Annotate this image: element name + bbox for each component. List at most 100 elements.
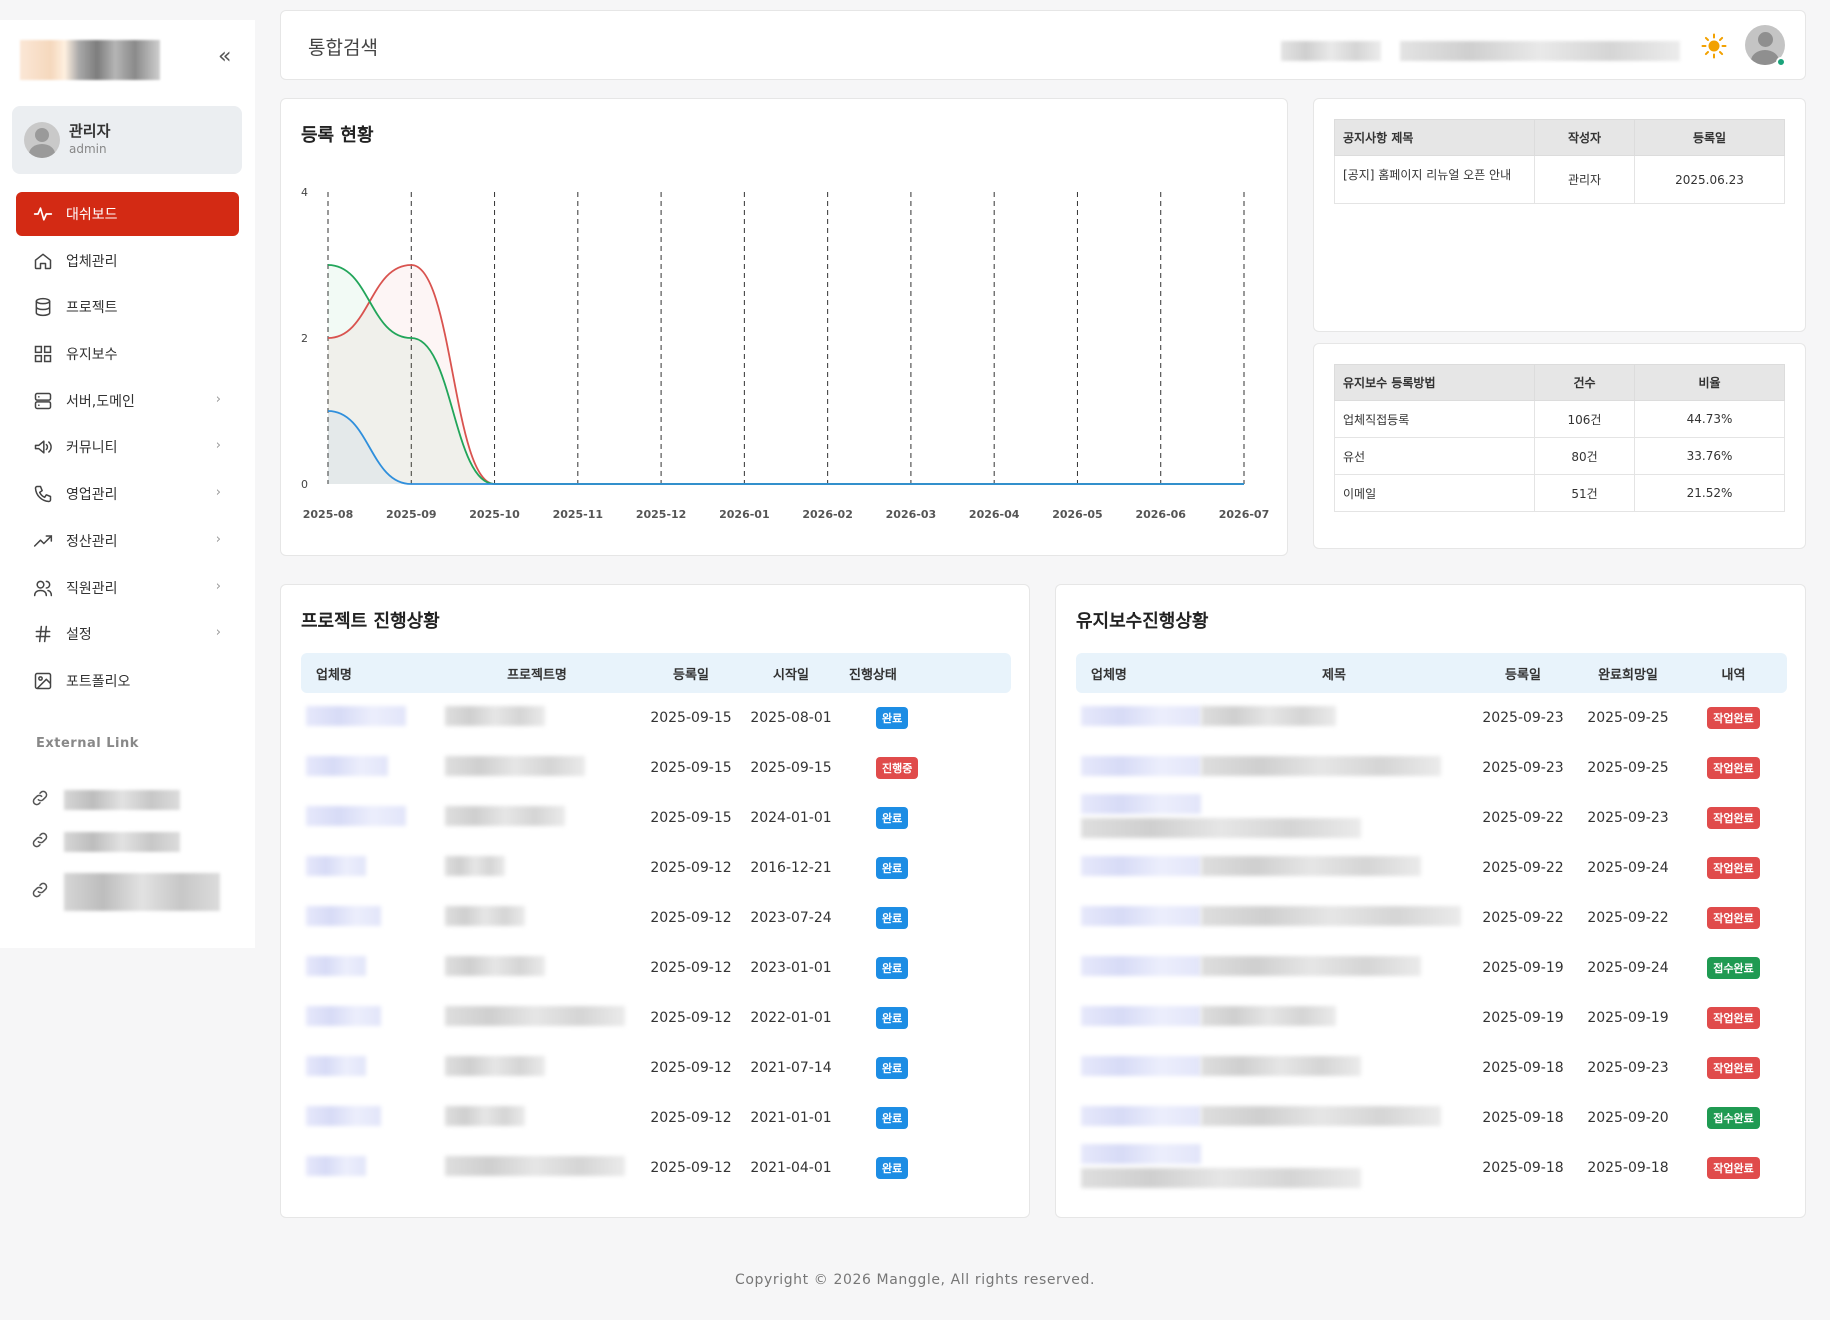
x-tick-label: 2025-09 xyxy=(386,508,437,521)
external-link-2[interactable] xyxy=(30,830,180,854)
status-cell: 완료 xyxy=(841,1093,1011,1143)
registered-date: 2025-09-18 xyxy=(1482,1160,1564,1176)
sidebar-item-3[interactable]: 유지보수 xyxy=(16,332,239,376)
table-row[interactable]: 2025-09-18 2025-09-18 작업완료 xyxy=(1076,1143,1787,1193)
external-link-1[interactable] xyxy=(30,788,180,812)
status-cell: 완료 xyxy=(841,843,1011,893)
start-date: 2021-04-01 xyxy=(750,1160,832,1176)
table-row[interactable]: 2025-09-23 2025-09-25 작업완료 xyxy=(1076,743,1787,793)
maintenance-subject-blurred[interactable] xyxy=(1076,1093,1470,1143)
sidebar-item-9[interactable]: 설정 › xyxy=(16,612,239,656)
table-row[interactable]: [공지] 홈페이지 리뉴얼 오픈 안내 관리자 2025.06.23 xyxy=(1334,155,1785,204)
registered-date: 2025-09-22 xyxy=(1482,810,1564,826)
notice-title[interactable]: [공지] 홈페이지 리뉴얼 오픈 안내 xyxy=(1334,155,1535,204)
link-icon xyxy=(30,788,50,812)
table-row[interactable]: 2025-09-19 2025-09-19 작업완료 xyxy=(1076,993,1787,1043)
table-row[interactable]: 2025-09-22 2025-09-23 작업완료 xyxy=(1076,793,1787,843)
project-name-blurred[interactable] xyxy=(433,793,641,843)
sidebar-item-7[interactable]: 정산관리 › xyxy=(16,519,239,563)
project-name-blurred[interactable] xyxy=(433,1043,641,1093)
registered-date: 2025-09-12 xyxy=(650,1110,732,1126)
project-name-blurred[interactable] xyxy=(433,1143,641,1193)
project-name-blurred[interactable] xyxy=(433,693,641,743)
y-tick-label: 4 xyxy=(301,186,308,199)
sun-icon[interactable] xyxy=(1701,33,1727,59)
table-row[interactable]: 2025-09-12 2021-04-01 완료 xyxy=(301,1143,1011,1193)
table-row[interactable]: 2025-09-22 2025-09-22 작업완료 xyxy=(1076,893,1787,943)
status-badge: 완료 xyxy=(876,857,909,879)
link-icon xyxy=(30,830,50,854)
registration-chart-card: 등록 현황 0 2 4 2025-08 2025-09 2025-10 2025-11 202… xyxy=(280,98,1288,556)
table-row[interactable]: 2025-09-12 2021-07-14 완료 xyxy=(301,1043,1011,1093)
table-row[interactable]: 2025-09-23 2025-09-25 작업완료 xyxy=(1076,693,1787,743)
sidebar-item-label: 대쉬보드 xyxy=(66,207,118,223)
user-profile-card[interactable]: 관리자 admin xyxy=(12,106,242,174)
table-row[interactable]: 2025-09-18 2025-09-23 작업완료 xyxy=(1076,1043,1787,1093)
table-row[interactable]: 2025-09-12 2023-01-01 완료 xyxy=(301,943,1011,993)
project-name-blurred[interactable] xyxy=(433,893,641,943)
maintenance-subject-blurred[interactable] xyxy=(1076,1043,1470,1093)
brand-logo[interactable] xyxy=(20,40,160,80)
status-badge: 작업완료 xyxy=(1707,807,1760,829)
external-link-3[interactable] xyxy=(30,873,220,911)
maintenance-subject-blurred[interactable] xyxy=(1076,693,1470,743)
table-row[interactable]: 2025-09-15 2024-01-01 완료 xyxy=(301,793,1011,843)
due-date: 2025-09-20 xyxy=(1587,1110,1669,1126)
maintenance-subject-blurred[interactable] xyxy=(1076,943,1470,993)
status-badge: 완료 xyxy=(876,907,909,929)
maintenance-progress-title: 유지보수진행상황 xyxy=(1076,611,1209,632)
sidebar-item-1[interactable]: 업체관리 xyxy=(16,239,239,283)
x-tick-label: 2025-08 xyxy=(303,508,354,521)
col-header: 등록일 xyxy=(673,667,709,683)
status-badge: 작업완료 xyxy=(1707,1157,1760,1179)
registered-date: 2025-09-12 xyxy=(650,1010,732,1026)
table-row[interactable]: 2025-09-22 2025-09-24 작업완료 xyxy=(1076,843,1787,893)
project-name-blurred[interactable] xyxy=(433,843,641,893)
maintenance-subject-blurred[interactable] xyxy=(1076,993,1470,1043)
table-row[interactable]: 2025-09-12 2023-07-24 완료 xyxy=(301,893,1011,943)
start-date: 2022-01-01 xyxy=(750,1010,832,1026)
company-name-blurred xyxy=(301,893,433,943)
project-name-blurred[interactable] xyxy=(433,743,641,793)
table-row[interactable]: 2025-09-19 2025-09-24 접수완료 xyxy=(1076,943,1787,993)
series-line-1 xyxy=(327,264,1244,485)
maintenance-subject-blurred[interactable] xyxy=(1076,843,1470,893)
phone-icon xyxy=(32,483,54,505)
megaphone-icon xyxy=(32,436,54,458)
registered-date: 2025-09-22 xyxy=(1482,910,1564,926)
x-tick-label: 2026-05 xyxy=(1052,508,1103,521)
sidebar-item-label: 유지보수 xyxy=(66,347,118,364)
maintenance-subject-blurred[interactable] xyxy=(1076,743,1470,793)
table-row[interactable]: 2025-09-12 2022-01-01 완료 xyxy=(301,993,1011,1043)
maintenance-subject-blurred[interactable] xyxy=(1076,793,1470,843)
table-row[interactable]: 2025-09-15 2025-09-15 진행중 xyxy=(301,743,1011,793)
sidebar-item-8[interactable]: 직원관리 › xyxy=(16,566,239,610)
registered-date: 2025-09-19 xyxy=(1482,1010,1564,1026)
col-header: 작성자 xyxy=(1534,119,1635,156)
table-row[interactable]: 2025-09-12 2016-12-21 완료 xyxy=(301,843,1011,893)
sidebar-item-2[interactable]: 프로젝트 xyxy=(16,285,239,329)
sidebar-item-10[interactable]: 포트폴리오 xyxy=(16,659,239,703)
sidebar-item-4[interactable]: 서버,도메인 › xyxy=(16,379,239,423)
project-name-blurred[interactable] xyxy=(433,1093,641,1143)
table-row[interactable]: 2025-09-12 2021-01-01 완료 xyxy=(301,1093,1011,1143)
project-name-blurred[interactable] xyxy=(433,993,641,1043)
collapse-sidebar-icon[interactable]: « xyxy=(218,44,231,69)
sidebar-item-label: 업체관리 xyxy=(66,253,118,270)
page-title[interactable]: 통합검색 xyxy=(308,33,378,60)
sidebar-item-0[interactable]: 대쉬보드 xyxy=(16,192,239,236)
table-row[interactable]: 2025-09-15 2025-08-01 완료 xyxy=(301,693,1011,743)
notice-author: 관리자 xyxy=(1534,155,1635,204)
status-badge: 완료 xyxy=(876,707,909,729)
maintenance-subject-blurred[interactable] xyxy=(1076,1143,1470,1193)
maintenance-subject-blurred[interactable] xyxy=(1076,893,1470,943)
col-header: 완료희망일 xyxy=(1598,667,1658,683)
project-name-blurred[interactable] xyxy=(433,943,641,993)
chevron-right-icon: › xyxy=(215,438,221,454)
due-date: 2025-09-25 xyxy=(1587,710,1669,726)
registered-date: 2025-09-12 xyxy=(650,910,732,926)
online-status-dot xyxy=(1776,57,1786,67)
table-row[interactable]: 2025-09-18 2025-09-20 접수완료 xyxy=(1076,1093,1787,1143)
sidebar-item-6[interactable]: 영업관리 › xyxy=(16,472,239,516)
sidebar-item-5[interactable]: 커뮤니티 › xyxy=(16,425,239,469)
